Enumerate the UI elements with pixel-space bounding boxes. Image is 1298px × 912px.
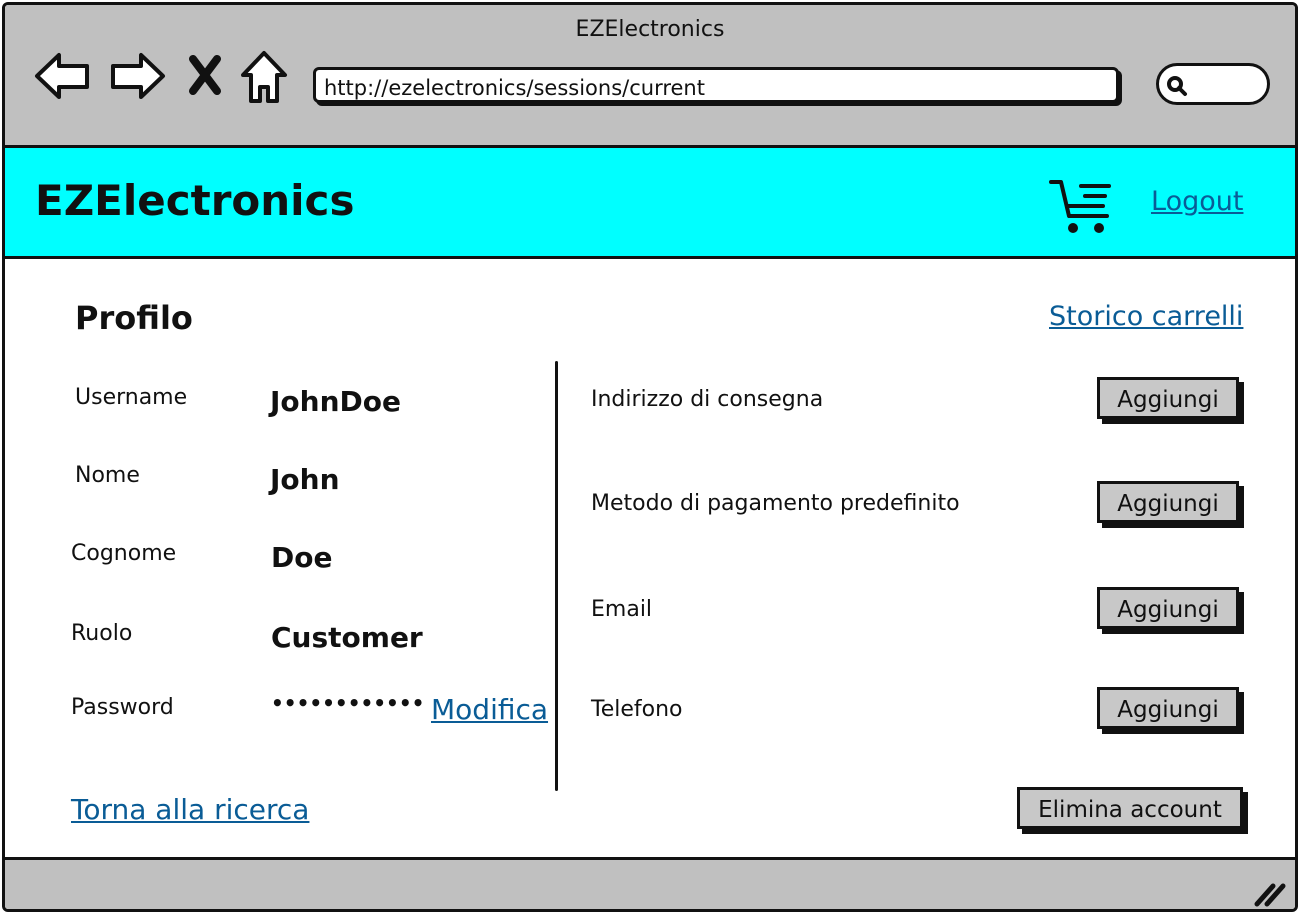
delete-account-button[interactable]: Elimina account bbox=[1017, 787, 1243, 829]
cart-icon[interactable] bbox=[1047, 176, 1115, 238]
forward-icon[interactable] bbox=[107, 49, 167, 103]
name-label: Nome bbox=[75, 463, 140, 488]
search-icon bbox=[1167, 76, 1187, 96]
app-header: EZElectronics Logout bbox=[5, 148, 1295, 259]
add-address-button[interactable]: Aggiungi bbox=[1097, 377, 1239, 419]
cart-history-link[interactable]: Storico carrelli bbox=[1049, 301, 1243, 332]
surname-value: Doe bbox=[271, 541, 333, 574]
page-title: Profilo bbox=[75, 299, 193, 337]
browser-search-field[interactable] bbox=[1156, 63, 1270, 105]
role-value: Customer bbox=[271, 621, 423, 654]
status-bar bbox=[5, 857, 1295, 909]
address-label: Indirizzo di consegna bbox=[591, 387, 824, 412]
add-payment-button[interactable]: Aggiungi bbox=[1097, 481, 1239, 523]
home-icon[interactable] bbox=[239, 49, 289, 105]
edit-password-link[interactable]: Modifica bbox=[431, 693, 548, 726]
username-label: Username bbox=[75, 385, 188, 410]
role-label: Ruolo bbox=[71, 621, 133, 646]
phone-label: Telefono bbox=[591, 697, 683, 722]
password-value: •••••••••••• bbox=[271, 691, 425, 715]
logout-link[interactable]: Logout bbox=[1151, 186, 1243, 217]
browser-chrome: EZElectronics http://ezelectronics/sessi… bbox=[5, 5, 1295, 148]
name-value: John bbox=[270, 463, 340, 496]
brand-logo[interactable]: EZElectronics bbox=[35, 176, 354, 225]
add-email-button[interactable]: Aggiungi bbox=[1097, 587, 1239, 629]
email-label: Email bbox=[591, 597, 653, 622]
back-to-search-link[interactable]: Torna alla ricerca bbox=[71, 793, 309, 826]
back-icon[interactable] bbox=[33, 49, 93, 103]
url-input[interactable]: http://ezelectronics/sessions/current bbox=[313, 67, 1119, 103]
password-label: Password bbox=[71, 695, 174, 720]
browser-window: EZElectronics http://ezelectronics/sessi… bbox=[2, 2, 1298, 912]
payment-label: Metodo di pagamento predefinito bbox=[591, 491, 960, 516]
add-phone-button[interactable]: Aggiungi bbox=[1097, 687, 1239, 729]
surname-label: Cognome bbox=[71, 541, 177, 566]
column-divider bbox=[555, 361, 558, 791]
username-value: JohnDoe bbox=[270, 385, 401, 418]
close-icon[interactable] bbox=[187, 55, 223, 95]
resize-grip-icon[interactable] bbox=[1253, 878, 1287, 908]
window-title: EZElectronics bbox=[575, 17, 725, 42]
